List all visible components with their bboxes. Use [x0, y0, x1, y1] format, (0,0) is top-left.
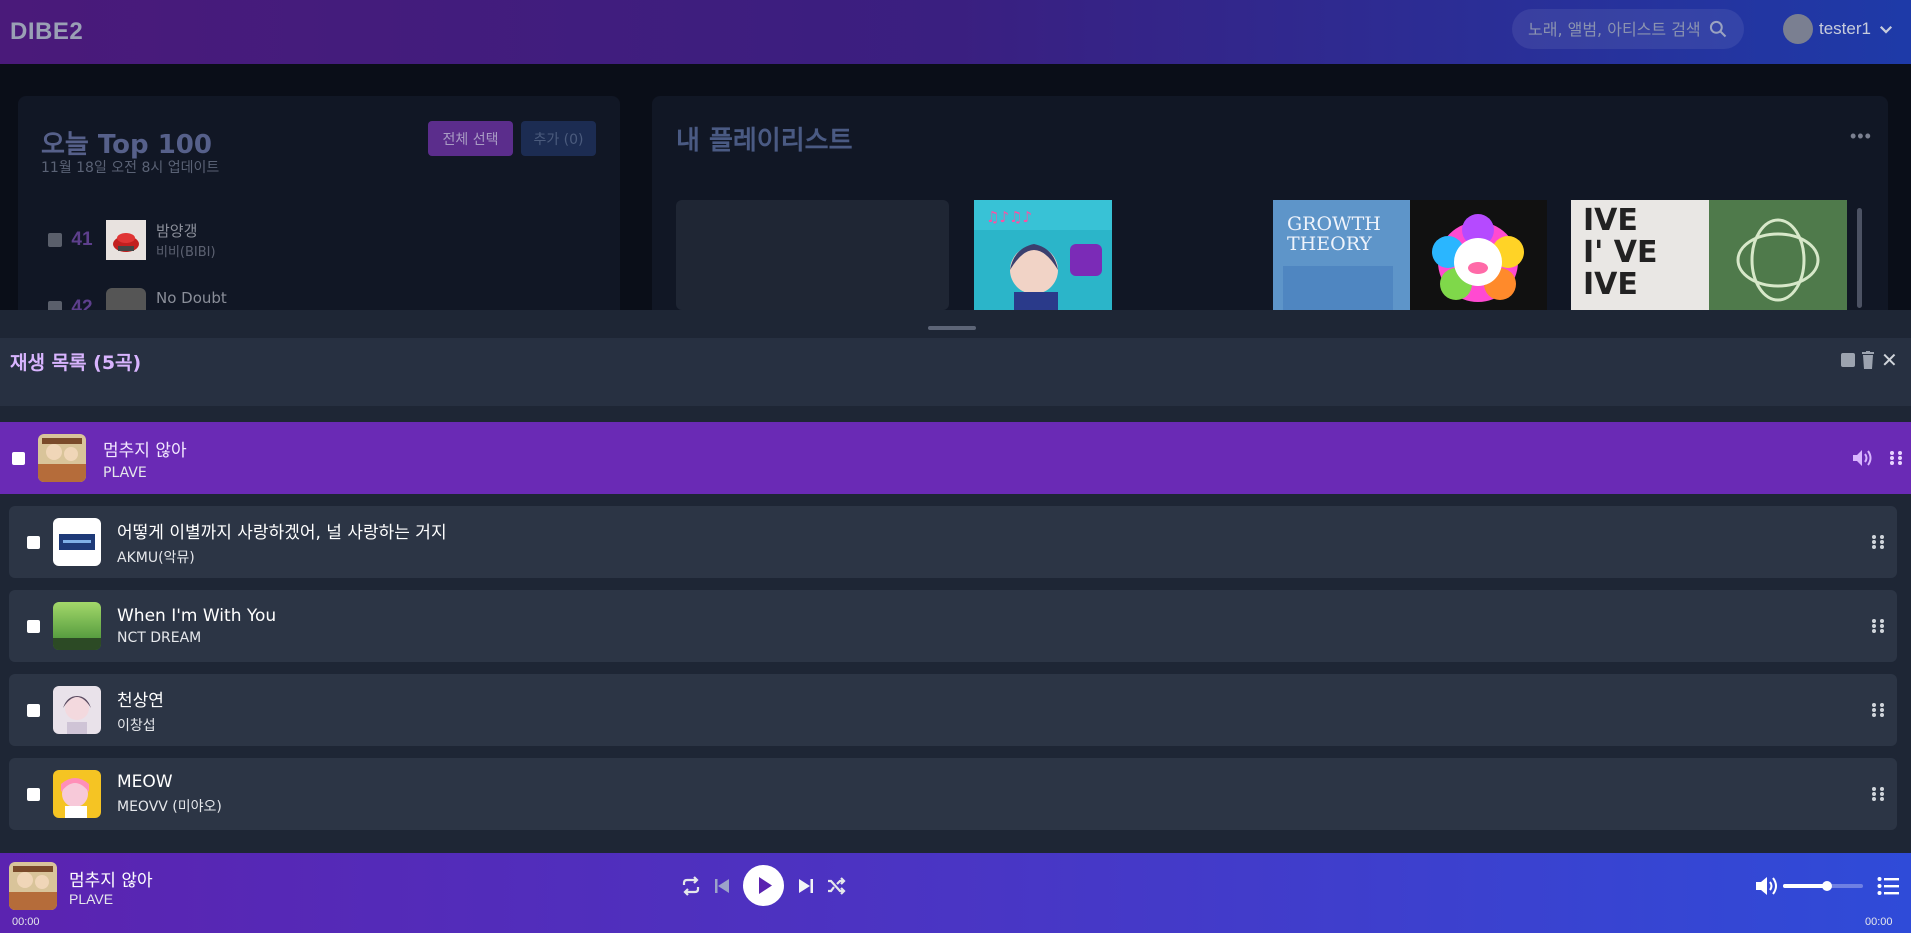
now-playing-thumbnail[interactable]: [9, 862, 57, 910]
more-options-icon[interactable]: •••: [1850, 126, 1872, 147]
row-checkbox[interactable]: [27, 787, 40, 801]
avatar: [1783, 14, 1813, 44]
play-button[interactable]: [743, 865, 784, 906]
album-thumbnail: [53, 686, 101, 734]
chart-rank: 41: [71, 229, 93, 250]
search-box[interactable]: [1512, 9, 1744, 49]
song-title: 멈추지 않아: [103, 440, 187, 461]
my-playlists-title: 내 플레이리스트: [676, 126, 853, 156]
close-icon[interactable]: ✕: [1881, 348, 1898, 373]
chevron-down-icon[interactable]: [1877, 20, 1895, 38]
now-playing-title: 멈추지 않아: [69, 871, 153, 891]
drag-handle-icon[interactable]: [1889, 450, 1903, 466]
volume-icon: [1853, 450, 1872, 466]
playlist-card-cover[interactable]: IVE I' VE IVE: [1571, 200, 1847, 310]
repeat-icon[interactable]: [681, 876, 701, 896]
song-artist: 이창섭: [117, 717, 156, 734]
queue-row[interactable]: 어떻게 이별까지 사랑하겠어, 널 사랑하는 거지 AKMU(악뮤): [9, 506, 1897, 578]
playlist-card-cover[interactable]: GROWTH THEORY: [1273, 200, 1547, 310]
add-button[interactable]: 추가 (0): [521, 121, 596, 156]
top100-updated: 11월 18일 오전 8시 업데이트: [41, 160, 220, 176]
queue-title: 재생 목록 (5곡): [10, 352, 142, 374]
row-checkbox[interactable]: [27, 619, 40, 633]
album-thumbnail: [53, 518, 101, 566]
drag-handle-icon[interactable]: [1871, 618, 1885, 634]
shuffle-icon[interactable]: [826, 876, 846, 896]
chart-song-title: 밤양갱: [156, 222, 198, 240]
chart-row[interactable]: 41 밤양갱 비비(BIBI): [48, 220, 216, 260]
elapsed-time: 00:00: [12, 916, 40, 928]
drawer-handle[interactable]: [928, 326, 976, 330]
svg-text:I' VE: I' VE: [1583, 235, 1658, 270]
song-artist: NCT DREAM: [117, 630, 202, 646]
previous-icon[interactable]: [712, 876, 732, 896]
queue-row[interactable]: 천상연 이창섭: [9, 674, 1897, 746]
album-thumbnail: [53, 602, 101, 650]
svg-text:THEORY: THEORY: [1287, 233, 1372, 255]
app-logo[interactable]: DIBE2: [10, 18, 83, 46]
queue-header: [0, 338, 1911, 406]
volume-icon[interactable]: [1755, 875, 1781, 897]
song-artist: MEOVV (미야오): [117, 799, 222, 815]
song-title: 어떻게 이별까지 사랑하겠어, 널 사랑하는 거지: [117, 522, 447, 543]
song-title: 천상연: [117, 690, 164, 711]
song-artist: PLAVE: [103, 464, 147, 481]
queue-row-current[interactable]: 멈추지 않아 PLAVE: [0, 422, 1911, 494]
album-thumbnail: [53, 770, 101, 818]
queue-row[interactable]: When I'm With You NCT DREAM: [9, 590, 1897, 662]
playlist-icon[interactable]: [1877, 876, 1899, 896]
drag-handle-icon[interactable]: [1871, 534, 1885, 550]
queue-row[interactable]: MEOW MEOVV (미야오): [9, 758, 1897, 830]
svg-text:IVE: IVE: [1583, 267, 1638, 302]
search-icon[interactable]: [1708, 19, 1728, 39]
album-thumbnail: [106, 220, 146, 260]
chart-song-artist: 비비(BIBI): [156, 245, 216, 260]
next-icon[interactable]: [796, 876, 816, 896]
playlist-card-cover[interactable]: ♫♪♫♪: [974, 200, 1112, 310]
song-title: When I'm With You: [117, 606, 277, 626]
album-thumbnail: [38, 434, 86, 482]
trash-icon[interactable]: [1861, 351, 1875, 369]
song-artist: AKMU(악뮤): [117, 549, 195, 566]
top100-title: 오늘 Top 100: [41, 130, 212, 160]
song-title: MEOW: [117, 772, 173, 792]
now-playing-artist: PLAVE: [69, 891, 114, 907]
select-all-checkbox[interactable]: [1841, 353, 1855, 367]
search-input[interactable]: [1528, 19, 1708, 39]
svg-text:♫♪♫♪: ♫♪♫♪: [986, 208, 1032, 226]
chart-song-title: No Doubt: [156, 289, 227, 307]
user-menu[interactable]: tester1: [1783, 14, 1895, 44]
svg-text:IVE: IVE: [1583, 203, 1638, 238]
playlist-scrollbar[interactable]: [1857, 208, 1862, 308]
player-bar: [0, 853, 1911, 933]
svg-text:GROWTH: GROWTH: [1287, 213, 1381, 235]
play-icon: [759, 877, 772, 894]
drag-handle-icon[interactable]: [1871, 786, 1885, 802]
playlist-card-empty[interactable]: [676, 200, 949, 310]
volume-slider-fill: [1783, 884, 1827, 888]
total-time: 00:00: [1865, 916, 1893, 928]
volume-slider-thumb[interactable]: [1822, 881, 1832, 891]
drag-handle-icon[interactable]: [1871, 702, 1885, 718]
row-checkbox[interactable]: [27, 703, 40, 717]
row-checkbox[interactable]: [48, 233, 62, 247]
username: tester1: [1819, 19, 1871, 38]
volume-slider[interactable]: [1783, 881, 1863, 891]
select-all-button[interactable]: 전체 선택: [428, 121, 513, 156]
row-checkbox[interactable]: [12, 451, 25, 465]
row-checkbox[interactable]: [27, 535, 40, 549]
